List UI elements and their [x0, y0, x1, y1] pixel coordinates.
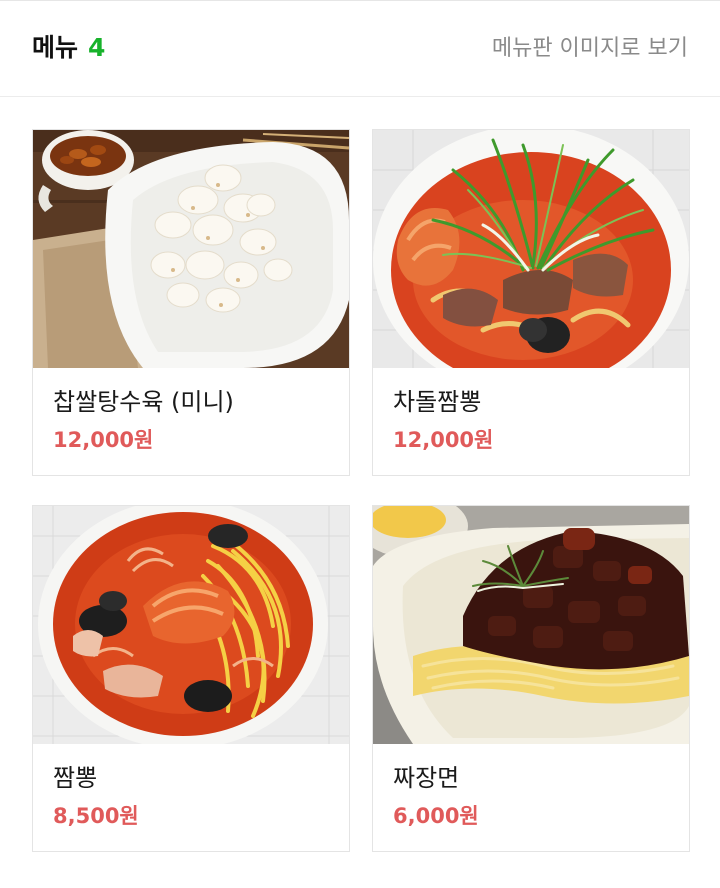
menu-item-name: 짬뽕	[53, 764, 98, 792]
menu-title-label: 메뉴	[32, 33, 79, 62]
view-menu-board-link[interactable]: 메뉴판 이미지로 보기	[492, 33, 688, 65]
jjajangmyeon-photo	[373, 506, 689, 744]
menu-grid: 찹쌀탕수육 (미니) 12,000원 차돌짬뽕 12,000원 짬뽕 8,500…	[32, 129, 690, 852]
menu-item-card[interactable]: 차돌짬뽕 12,000원	[372, 129, 690, 476]
menu-item-card[interactable]: 짬뽕 8,500원	[32, 505, 350, 852]
menu-item-name: 차돌짬뽕	[393, 388, 482, 416]
sweet-sour-pork-photo	[33, 130, 349, 368]
menu-header: 메뉴 4 메뉴판 이미지로 보기	[0, 1, 720, 97]
menu-count: 4	[88, 33, 106, 62]
menu-item-price: 12,000원	[393, 428, 494, 452]
jjamppong-photo	[33, 506, 349, 744]
menu-title: 메뉴 4	[32, 31, 105, 65]
menu-item-name: 짜장면	[393, 764, 460, 792]
brisket-jjamppong-photo	[373, 130, 689, 368]
menu-item-card[interactable]: 찹쌀탕수육 (미니) 12,000원	[32, 129, 350, 476]
menu-item-card[interactable]: 짜장면 6,000원	[372, 505, 690, 852]
menu-item-price: 6,000원	[393, 804, 479, 828]
menu-item-price: 12,000원	[53, 428, 154, 452]
menu-item-name: 찹쌀탕수육 (미니)	[53, 388, 234, 416]
menu-item-price: 8,500원	[53, 804, 139, 828]
